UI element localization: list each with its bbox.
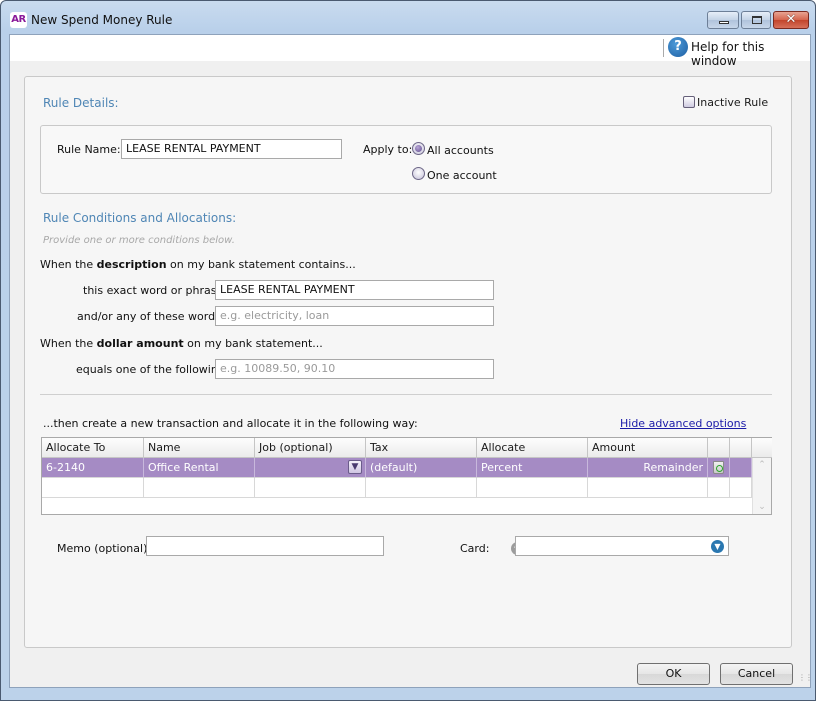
cell-allocate-to[interactable] <box>42 478 144 498</box>
rule-name-label: Rule Name: <box>57 143 121 156</box>
rule-panel: Rule Details: Inactive Rule Rule Name: L… <box>24 76 792 648</box>
description-bold: description <box>96 258 167 271</box>
scroll-down-icon[interactable]: ⌄ <box>753 502 771 512</box>
equals-label: equals one of the following: <box>76 363 229 376</box>
allocation-grid: Allocate To Name Job (optional) Tax Allo… <box>41 437 772 515</box>
exact-phrase-label: this exact word or phrase: <box>83 284 227 297</box>
inactive-rule-label[interactable]: Inactive Rule <box>697 96 768 109</box>
grid-vertical-scrollbar[interactable]: ⌃ ⌄ <box>752 458 771 514</box>
dialog-window: AR New Spend Money Rule ✕ ? Help for thi… <box>0 0 816 701</box>
help-separator <box>663 39 664 57</box>
maximize-icon <box>752 16 762 24</box>
cell-amount[interactable]: Remainder <box>588 458 708 478</box>
cell-allocate-to[interactable]: 6-2140 <box>42 458 144 478</box>
memo-input[interactable] <box>146 536 384 556</box>
window-title: New Spend Money Rule <box>31 13 173 27</box>
cell-name[interactable]: Office Rental <box>144 458 255 478</box>
cell-tax[interactable] <box>366 478 477 498</box>
chevron-down-icon[interactable]: ▼ <box>711 540 724 553</box>
help-link[interactable]: Help for this window <box>691 40 810 68</box>
cell-job[interactable]: ▼ <box>255 458 366 478</box>
title-bar[interactable]: AR New Spend Money Rule ✕ <box>1 1 815 35</box>
cell-extra <box>730 478 752 498</box>
cancel-button[interactable]: Cancel <box>720 663 793 685</box>
close-button[interactable]: ✕ <box>773 11 809 29</box>
memo-label: Memo (optional): <box>57 542 152 555</box>
col-allocate[interactable]: Allocate <box>477 438 588 458</box>
col-scroll-corner <box>752 438 772 458</box>
minimize-button[interactable] <box>707 11 739 29</box>
card-select[interactable]: ▼ <box>515 536 729 556</box>
one-account-label[interactable]: One account <box>427 169 497 182</box>
job-dropdown-icon[interactable]: ▼ <box>348 460 362 474</box>
app-logo-icon: AR <box>10 12 27 28</box>
amount-equals-input[interactable]: e.g. 10089.50, 90.10 <box>215 359 494 379</box>
cell-tax[interactable]: (default) <box>366 458 477 478</box>
rule-details-heading: Rule Details: <box>43 96 119 110</box>
col-job[interactable]: Job (optional) <box>255 438 366 458</box>
grid-header: Allocate To Name Job (optional) Tax Allo… <box>42 438 772 458</box>
help-bar: ? Help for this window <box>10 35 810 68</box>
cell-name[interactable] <box>144 478 255 498</box>
apply-to-label: Apply to: <box>363 143 413 156</box>
col-allocate-to[interactable]: Allocate To <box>42 438 144 458</box>
conditions-heading: Rule Conditions and Allocations: <box>43 211 237 225</box>
cell-allocate[interactable]: Percent <box>477 458 588 478</box>
col-amount[interactable]: Amount <box>588 438 708 458</box>
all-accounts-label[interactable]: All accounts <box>427 144 494 157</box>
one-account-radio[interactable] <box>412 167 425 180</box>
card-label: Card: <box>460 542 490 555</box>
exact-phrase-input[interactable]: LEASE RENTAL PAYMENT <box>215 280 494 300</box>
cell-delete <box>708 478 730 498</box>
recycle-bin-icon[interactable] <box>713 461 724 474</box>
col-name[interactable]: Name <box>144 438 255 458</box>
minimize-icon <box>719 21 729 24</box>
description-prefix: When the <box>40 258 97 271</box>
help-icon[interactable]: ? <box>668 37 688 57</box>
allocation-intro: ...then create a new transaction and all… <box>43 417 418 430</box>
table-row[interactable]: 6-2140 Office Rental ▼ (default) Percent… <box>42 458 752 478</box>
col-tax[interactable]: Tax <box>366 438 477 458</box>
dialog-client-area: ? Help for this window Rule Details: Ina… <box>9 34 813 688</box>
rule-details-box: Rule Name: LEASE RENTAL PAYMENT Apply to… <box>40 125 772 194</box>
col-delete <box>708 438 730 458</box>
description-suffix: on my bank statement contains... <box>166 258 356 271</box>
cell-allocate[interactable] <box>477 478 588 498</box>
cell-amount[interactable] <box>588 478 708 498</box>
inactive-rule-checkbox[interactable] <box>683 96 695 108</box>
amount-bold: dollar amount <box>96 337 184 350</box>
cell-delete[interactable] <box>708 458 730 478</box>
table-row[interactable] <box>42 478 752 498</box>
description-condition-text: When the description on my bank statemen… <box>40 258 356 271</box>
amount-prefix: When the <box>40 337 97 350</box>
cell-job[interactable] <box>255 478 366 498</box>
col-extra <box>730 438 752 458</box>
maximize-button[interactable] <box>741 11 771 29</box>
ok-button[interactable]: OK <box>637 663 710 685</box>
amount-suffix: on my bank statement... <box>183 337 323 350</box>
section-divider <box>40 394 772 395</box>
amount-condition-text: When the dollar amount on my bank statem… <box>40 337 323 350</box>
any-words-input[interactable]: e.g. electricity, loan <box>215 306 494 326</box>
cell-extra <box>730 458 752 478</box>
scroll-up-icon[interactable]: ⌃ <box>753 460 771 470</box>
all-accounts-radio[interactable] <box>412 142 425 155</box>
resize-grip-icon[interactable]: ⋮⋮ <box>798 674 813 685</box>
conditions-hint: Provide one or more conditions below. <box>43 235 235 246</box>
rule-name-input[interactable]: LEASE RENTAL PAYMENT <box>121 139 342 159</box>
close-icon: ✕ <box>785 12 797 27</box>
hide-advanced-options-link[interactable]: Hide advanced options <box>620 417 746 430</box>
any-words-label: and/or any of these words: <box>77 310 225 323</box>
